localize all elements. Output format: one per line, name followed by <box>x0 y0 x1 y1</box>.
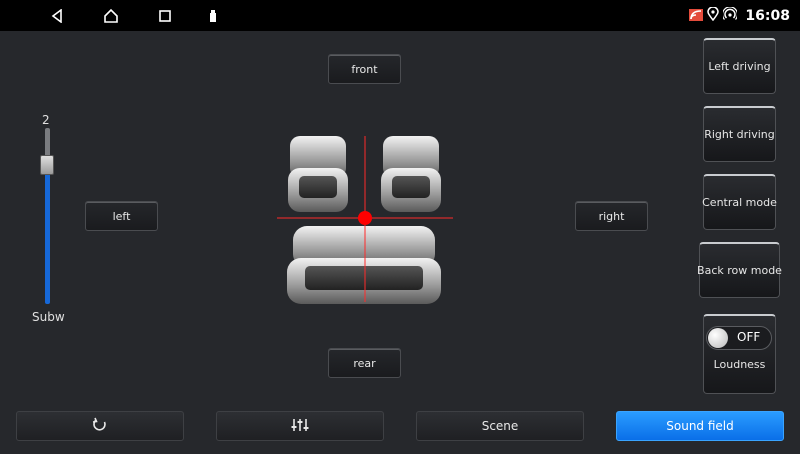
status-bar: 16:08 <box>0 0 800 31</box>
back-row-mode-button[interactable]: Back row mode <box>697 242 782 298</box>
loudness-label: Loudness <box>713 358 766 371</box>
loudness-toggle[interactable]: OFF <box>706 326 772 350</box>
subwoofer-label: Subw <box>32 310 65 324</box>
status-icons: 16:08 <box>689 0 790 31</box>
front-button[interactable]: front <box>328 54 401 84</box>
home-icon[interactable] <box>101 6 121 26</box>
hotspot-icon <box>722 6 739 25</box>
tab-sound-field[interactable]: Sound field <box>616 411 784 441</box>
left-button[interactable]: left <box>85 201 158 231</box>
signal-icon <box>689 6 704 25</box>
rear-button[interactable]: rear <box>328 348 401 378</box>
back-icon[interactable] <box>47 6 67 26</box>
clock: 16:08 <box>745 7 790 24</box>
recents-icon[interactable] <box>155 6 175 26</box>
loudness-state: OFF <box>737 330 761 344</box>
equalizer-icon <box>291 417 309 436</box>
reset-icon <box>92 417 108 436</box>
location-icon <box>707 6 720 25</box>
rear-bench-seat <box>287 226 441 304</box>
right-button[interactable]: right <box>575 201 648 231</box>
central-mode-button[interactable]: Central mode <box>702 174 777 230</box>
subwoofer-value: 2 <box>42 113 50 127</box>
tab-scene[interactable]: Scene <box>416 411 584 441</box>
usb-icon <box>203 6 223 26</box>
seat-map[interactable] <box>275 130 455 310</box>
front-left-seat <box>288 136 348 212</box>
left-driving-button[interactable]: Left driving <box>703 38 776 94</box>
tab-reset[interactable] <box>16 411 184 441</box>
right-driving-button[interactable]: Right driving <box>703 106 776 162</box>
subwoofer-slider-thumb[interactable] <box>40 155 54 175</box>
tab-equalizer[interactable] <box>216 411 384 441</box>
front-right-seat <box>381 136 441 212</box>
subwoofer-slider-rail <box>45 128 50 158</box>
toggle-knob <box>708 328 728 348</box>
focus-point[interactable] <box>358 211 372 225</box>
